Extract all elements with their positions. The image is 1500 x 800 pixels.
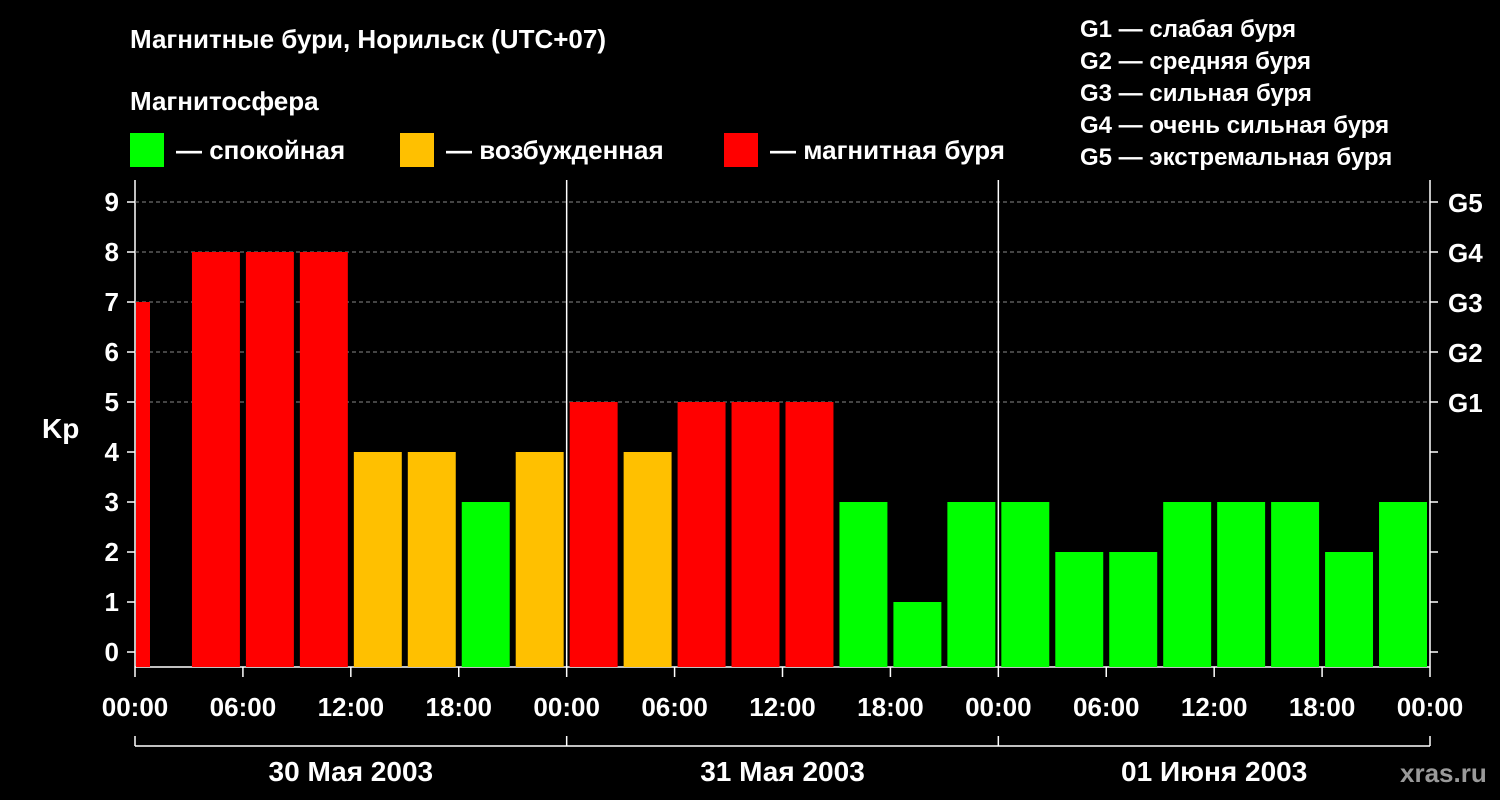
x-tick-label: 18:00 xyxy=(857,692,924,722)
bar xyxy=(623,452,672,667)
y-axis-label: Kp xyxy=(42,413,79,444)
x-tick-label: 12:00 xyxy=(318,692,385,722)
g-level-label: G4 xyxy=(1448,238,1483,268)
bar xyxy=(191,252,240,667)
y-tick-label: 6 xyxy=(105,337,119,367)
x-tick-label: 06:00 xyxy=(210,692,277,722)
x-tick-label: 00:00 xyxy=(102,692,169,722)
x-tick-label: 00:00 xyxy=(533,692,600,722)
y-tick-label: 4 xyxy=(105,437,120,467)
bar xyxy=(731,402,780,667)
kp-chart: 0 1 2 3 4 5 6 7 8 9 G1 G2 G3 G4 G5 Kp 00:00 06:00 12:00 18:… xyxy=(42,180,1483,787)
bar xyxy=(1109,552,1158,667)
y-tick-label: 5 xyxy=(105,387,119,417)
bar xyxy=(299,252,348,667)
y-tick-label: 1 xyxy=(105,587,119,617)
x-tick-label: 12:00 xyxy=(749,692,816,722)
x-tick-label: 00:00 xyxy=(1397,692,1464,722)
bar xyxy=(461,502,510,667)
bar xyxy=(569,402,618,667)
x-tick-label: 06:00 xyxy=(641,692,708,722)
g-level-label: G2 xyxy=(1448,338,1483,368)
bar xyxy=(407,452,456,667)
bar xyxy=(1055,552,1104,667)
y-tick-label: 9 xyxy=(105,187,119,217)
y-tick-label: 2 xyxy=(105,537,119,567)
day-label: 31 Мая 2003 xyxy=(700,756,865,787)
x-tick-label: 18:00 xyxy=(426,692,493,722)
g-level-label: G3 xyxy=(1448,288,1483,318)
bar xyxy=(515,452,564,667)
y-tick-label: 7 xyxy=(105,287,119,317)
bar xyxy=(785,402,834,667)
bar xyxy=(677,402,726,667)
bar xyxy=(1163,502,1212,667)
watermark: xras.ru xyxy=(1400,758,1487,788)
bar xyxy=(136,302,150,667)
bar xyxy=(947,502,996,667)
bar xyxy=(353,452,402,667)
y-tick-label: 3 xyxy=(105,487,119,517)
g-level-label: G1 xyxy=(1448,388,1483,418)
bar xyxy=(245,252,294,667)
bar xyxy=(1379,502,1427,667)
day-label: 30 Мая 2003 xyxy=(269,756,434,787)
x-tick-label: 00:00 xyxy=(965,692,1032,722)
bar xyxy=(893,602,942,667)
y-tick-label: 8 xyxy=(105,237,119,267)
bar xyxy=(1271,502,1320,667)
bar xyxy=(839,502,888,667)
x-tick-label: 18:00 xyxy=(1289,692,1356,722)
y-tick-label: 0 xyxy=(105,637,119,667)
g-level-label: G5 xyxy=(1448,188,1483,218)
x-tick-label: 12:00 xyxy=(1181,692,1248,722)
x-tick-label: 06:00 xyxy=(1073,692,1140,722)
day-label: 01 Июня 2003 xyxy=(1121,756,1307,787)
bar xyxy=(1217,502,1266,667)
bar xyxy=(1001,502,1050,667)
bar xyxy=(1325,552,1374,667)
